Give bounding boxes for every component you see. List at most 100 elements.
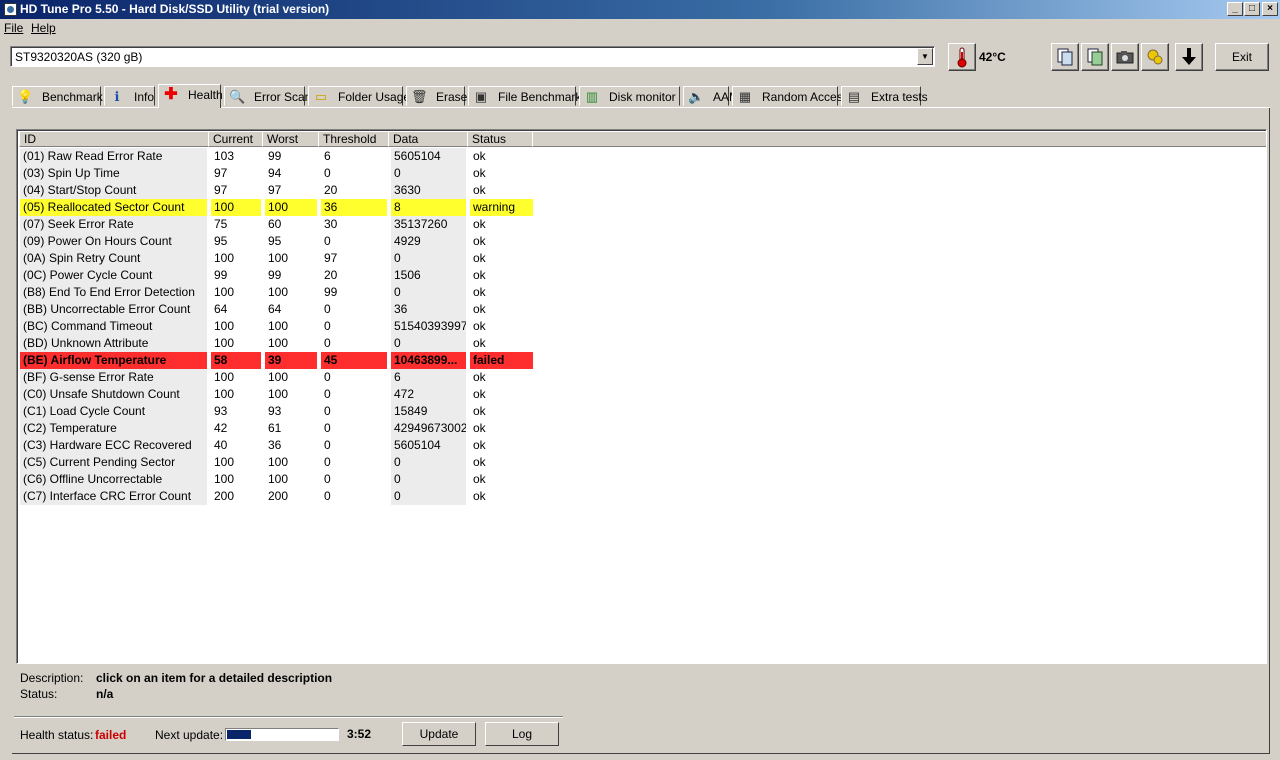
table-row[interactable]: (0A) Spin Retry Count 100 100 97 0 ok [20,250,533,267]
menu-help-label: Help [31,21,56,35]
update-button[interactable]: Update [402,722,476,746]
tab-extra-tests[interactable]: ▤ Extra tests [841,86,928,106]
menu-help[interactable]: Help [31,21,56,35]
cell-current: 100 [214,387,235,401]
tab-erase[interactable]: 🗑 Erase [406,86,467,106]
description-label: Description: [20,671,84,685]
table-row[interactable]: (05) Reallocated Sector Count 100 100 36 8 wa… [20,199,533,216]
cell-id: (C1) Load Cycle Count [20,403,207,420]
cell-threshold: 0 [324,166,331,180]
cell-current: 100 [214,472,235,486]
cell-threshold: 0 [324,370,331,384]
tab-random-access[interactable]: ▦ Random Access [732,86,849,106]
chevron-down-icon[interactable]: ▼ [917,48,933,65]
cell-current: 58 [211,352,261,369]
tab-benchmark[interactable]: 💡 Benchmark [12,86,103,106]
menu-file[interactable]: File [4,21,23,35]
table-row[interactable]: (C6) Offline Uncorrectable 100 100 0 0 ok [20,471,533,488]
countdown-value: 3:52 [347,727,372,741]
table-row[interactable]: (C7) Interface CRC Error Count 200 200 0 0 ok [20,488,533,505]
table-row[interactable]: (BF) G-sense Error Rate 100 100 0 6 ok [20,369,533,386]
speaker-icon: 🔈 [688,89,705,104]
drive-select-value: ST9320320AS (320 gB) [15,50,143,64]
header-status[interactable]: Status [467,131,533,147]
tab-folder-usage[interactable]: ▭ Folder Usage [308,86,410,106]
cell-current: 200 [214,489,235,503]
cell-current: 97 [214,166,228,180]
cell-id: (BC) Command Timeout [20,318,207,335]
status-text: n/a [96,687,114,701]
cell-id: (07) Seek Error Rate [20,216,207,233]
cell-id: (03) Spin Up Time [20,165,207,182]
table-row[interactable]: (01) Raw Read Error Rate 103 99 6 5605104 ok [20,148,533,165]
cell-threshold: 0 [324,234,331,248]
cell-threshold: 0 [324,302,331,316]
minimize-button[interactable]: _ [1227,2,1243,16]
close-button[interactable]: × [1262,2,1278,16]
cell-id: (C5) Current Pending Sector [20,454,207,471]
options-button[interactable] [1141,43,1169,71]
save-button[interactable] [1175,43,1203,71]
table-row[interactable]: (C3) Hardware ECC Recovered 40 36 0 5605104 o… [20,437,533,454]
cell-status: ok [473,319,486,333]
temperature-button[interactable] [948,43,976,71]
copy-all-button[interactable] [1081,43,1109,71]
cell-worst: 100 [265,199,317,216]
table-row[interactable]: (BE) Airflow Temperature 58 39 45 10463899..… [20,352,533,369]
maximize-button[interactable]: □ [1244,2,1260,16]
cell-status: ok [473,472,486,486]
header-worst[interactable]: Worst [262,131,319,147]
log-button[interactable]: Log [485,722,559,746]
table-row[interactable]: (C5) Current Pending Sector 100 100 0 0 ok [20,454,533,471]
header-data[interactable]: Data [388,131,468,147]
header-threshold[interactable]: Threshold [318,131,389,147]
screenshot-button[interactable] [1111,43,1139,71]
tab-error-scan[interactable]: 🔍 Error Scan [224,86,311,106]
table-row[interactable]: (C0) Unsafe Shutdown Count 100 100 0 472 ok [20,386,533,403]
cell-id: (BB) Uncorrectable Error Count [20,301,207,318]
drive-select[interactable]: ST9320320AS (320 gB) ▼ [10,46,935,67]
table-row[interactable]: (04) Start/Stop Count 97 97 20 3630 ok [20,182,533,199]
error-scan-icon: 🔍 [229,89,246,104]
camera-icon [1116,51,1134,64]
cell-current: 100 [214,370,235,384]
table-row[interactable]: (C1) Load Cycle Count 93 93 0 15849 ok [20,403,533,420]
header-current[interactable]: Current [208,131,263,147]
table-row[interactable]: (BC) Command Timeout 100 100 0 51540393997 ok [20,318,533,335]
cell-data: 15849 [391,403,466,420]
cell-threshold: 20 [324,268,338,282]
cell-data: 36 [391,301,466,318]
tab-info[interactable]: ℹ Info [104,86,155,106]
table-row[interactable]: (09) Power On Hours Count 95 95 0 4929 ok [20,233,533,250]
cell-current: 97 [214,183,228,197]
tab-label: Folder Usage [338,90,411,104]
health-cross-icon: ✚ [164,86,178,103]
tab-aam[interactable]: 🔈 AAM [683,86,739,106]
tab-file-benchmark[interactable]: ▣ File Benchmark [468,86,581,106]
table-row[interactable]: (0C) Power Cycle Count 99 99 20 1506 ok [20,267,533,284]
table-row[interactable]: (B8) End To End Error Detection 100 100 99 0… [20,284,533,301]
smart-table[interactable]: ID Current Worst Threshold Data Status (01) R… [16,129,1267,664]
header-id[interactable]: ID [19,131,209,147]
copy-info-button[interactable] [1051,43,1079,71]
cell-data: 3630 [391,182,466,199]
cell-id: (0A) Spin Retry Count [20,250,207,267]
cell-worst: 100 [268,370,289,384]
table-row[interactable]: (BD) Unknown Attribute 100 100 0 0 ok [20,335,533,352]
tab-label: Extra tests [871,90,928,104]
cell-id: (04) Start/Stop Count [20,182,207,199]
cell-worst: 97 [268,183,282,197]
table-row[interactable]: (03) Spin Up Time 97 94 0 0 ok [20,165,533,182]
cell-worst: 100 [268,251,289,265]
table-row[interactable]: (07) Seek Error Rate 75 60 30 35137260 ok [20,216,533,233]
exit-button[interactable]: Exit [1215,43,1269,71]
table-row[interactable]: (BB) Uncorrectable Error Count 64 64 0 36 ok [20,301,533,318]
update-progress-fill [227,730,251,739]
cell-current: 100 [214,319,235,333]
cell-data: 42949673002 [391,420,466,437]
tab-health[interactable]: ✚ Health [158,84,223,108]
window-title: HD Tune Pro 5.50 - Hard Disk/SSD Utility… [20,2,330,16]
table-row[interactable]: (C2) Temperature 42 61 0 42949673002 ok [20,420,533,437]
tab-disk-monitor[interactable]: ▥ Disk monitor [579,86,680,106]
tab-label: File Benchmark [498,90,582,104]
